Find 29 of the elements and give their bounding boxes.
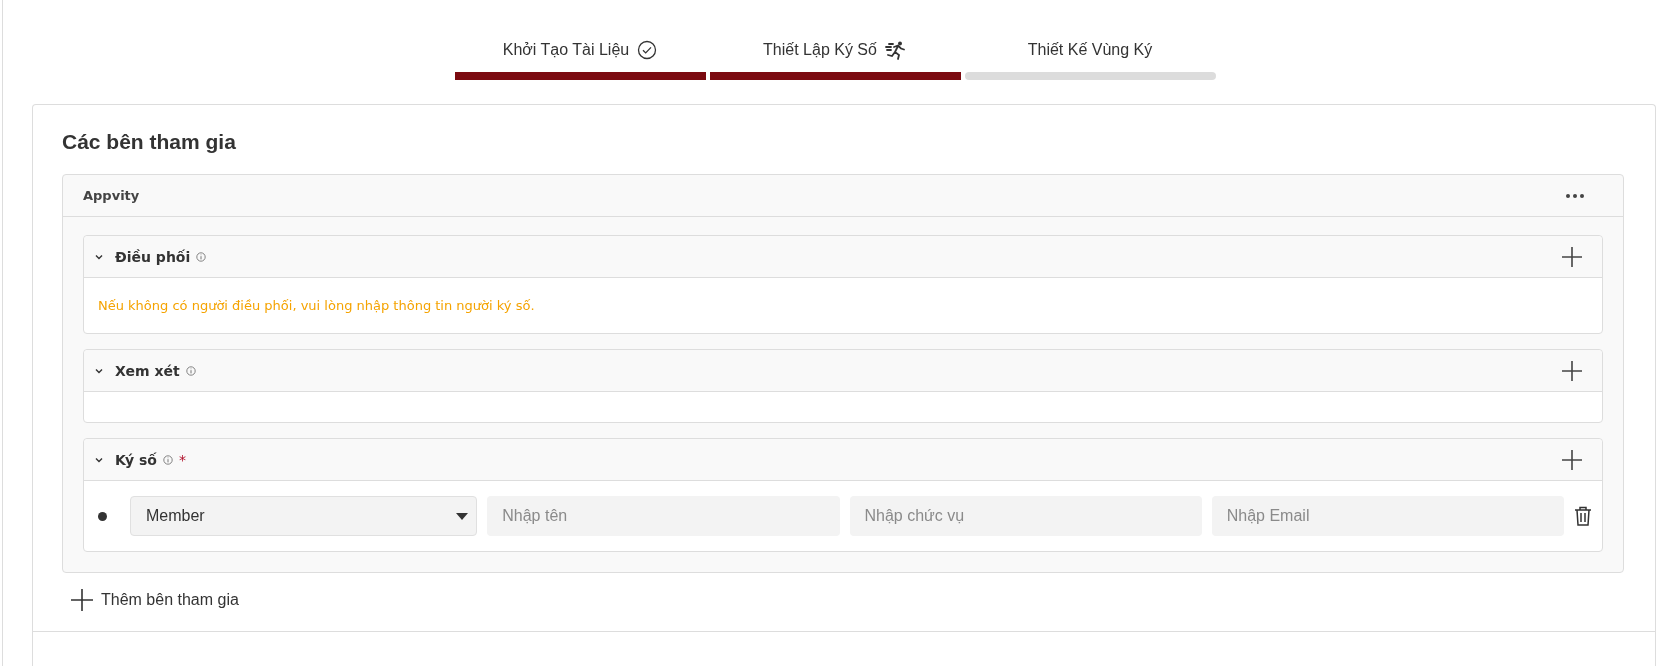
step-label[interactable]: Thiết Kế Vùng Ký <box>1027 41 1153 59</box>
role-dropdown[interactable]: Member <box>130 496 478 536</box>
add-participant-link[interactable]: Thêm bên tham gia <box>71 589 239 611</box>
trash-icon[interactable] <box>1574 506 1592 526</box>
info-icon <box>185 365 196 376</box>
info-icon <box>196 251 207 262</box>
party-name: Appvity <box>83 188 140 203</box>
plus-icon[interactable] <box>1562 246 1582 267</box>
bullet-icon <box>98 511 107 521</box>
step-label[interactable]: Khởi Tạo Tài Liệu <box>502 41 630 59</box>
role-title: Điều phối <box>115 248 191 265</box>
chevron-icon[interactable] <box>95 253 103 260</box>
role-title: Xem xét <box>115 362 180 379</box>
info-icon <box>162 454 173 465</box>
plus-icon[interactable] <box>1562 449 1582 470</box>
chevron-icon[interactable] <box>95 456 103 463</box>
email-field[interactable]: Nhập Email <box>1211 496 1564 536</box>
plus-icon[interactable] <box>1562 360 1582 381</box>
caret-icon <box>456 512 469 520</box>
more-icon[interactable] <box>1565 192 1585 199</box>
chevron-icon[interactable] <box>95 367 103 374</box>
section-title: Các bên tham gia <box>62 130 236 154</box>
position-field[interactable]: Nhập chức vụ <box>849 496 1202 536</box>
step-label[interactable]: Thiết Lập Ký Số <box>763 41 877 59</box>
required-mark: * <box>178 451 186 468</box>
plus-icon <box>71 589 93 611</box>
name-field[interactable]: Nhập tên <box>487 496 840 536</box>
hint-message: Nếu không có người điều phối, vui lòng nhập thông tin người ký số. <box>98 298 535 313</box>
role-title: Ký số <box>115 451 157 468</box>
